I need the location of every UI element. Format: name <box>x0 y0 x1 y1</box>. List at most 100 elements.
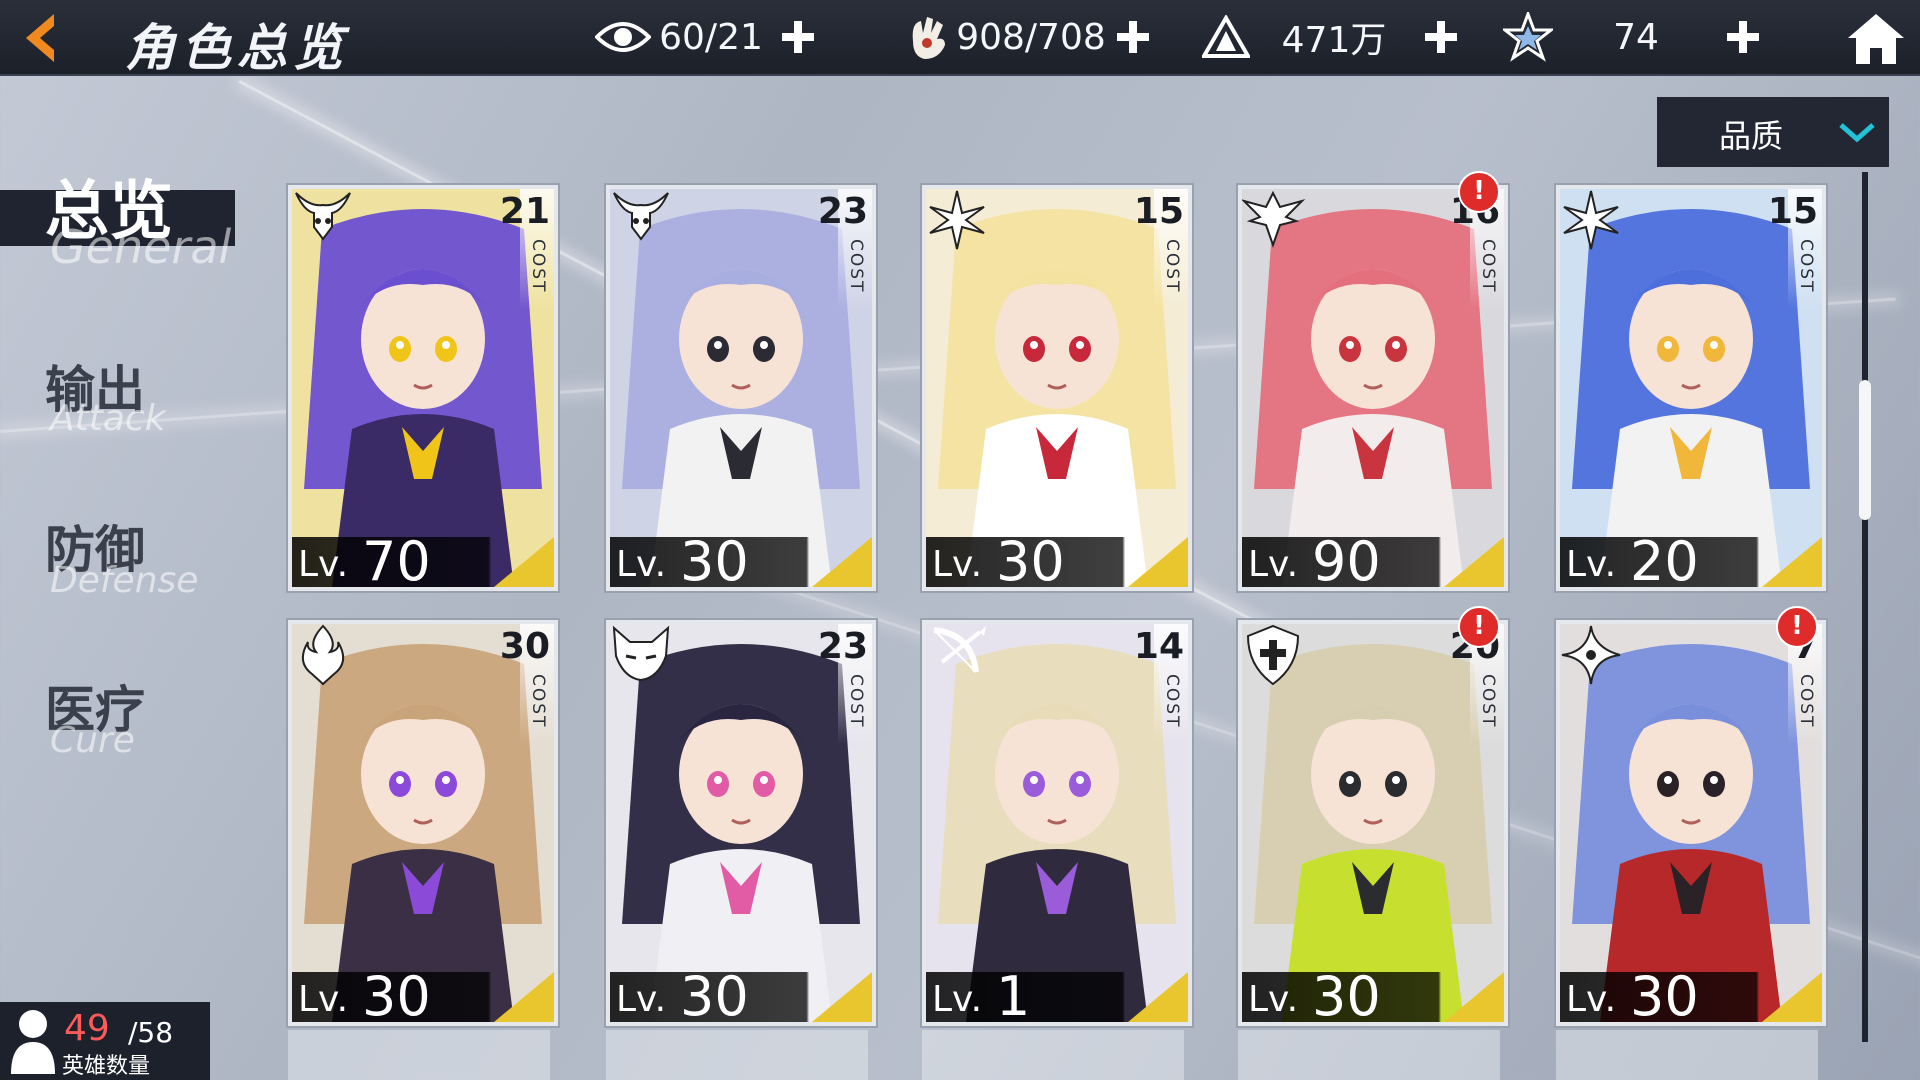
cost-label: COST <box>846 239 866 294</box>
level-bar-accent <box>812 972 872 1022</box>
cost-value: 30 <box>499 626 550 667</box>
level-prefix: Lv. <box>298 544 349 585</box>
level-prefix: Lv. <box>1248 544 1299 585</box>
add-gold-button[interactable] <box>1414 10 1468 64</box>
card-peek <box>1238 1030 1500 1080</box>
plus-icon <box>1727 21 1759 53</box>
level-value: 20 <box>1630 530 1699 591</box>
cost-label: COST <box>1162 674 1182 729</box>
cost-label: COST <box>1478 239 1498 294</box>
resource-hand: 908/708 <box>900 10 1160 64</box>
cost-label: COST <box>528 239 548 294</box>
cost-value: 15 <box>1767 191 1818 232</box>
category-sublabel: Attack <box>50 398 166 439</box>
level-prefix: Lv. <box>616 544 667 585</box>
cost-value: 21 <box>499 191 550 232</box>
scrollbar-thumb[interactable] <box>1859 380 1871 520</box>
person-icon <box>11 1010 55 1074</box>
level-bar-accent <box>1762 537 1822 587</box>
card-peek <box>922 1030 1184 1080</box>
level-bar-accent <box>1128 537 1188 587</box>
card-peek <box>606 1030 868 1080</box>
level-value: 30 <box>680 965 749 1026</box>
alert-badge-icon: ! <box>1458 606 1500 648</box>
level-bar-accent <box>494 972 554 1022</box>
level-value: 30 <box>680 530 749 591</box>
triangle-gold-icon <box>1198 10 1254 64</box>
level-bar-accent <box>1444 537 1504 587</box>
level-bar-accent <box>812 537 872 587</box>
resource-gem: 74 <box>1500 10 1770 64</box>
level-value: 90 <box>1312 530 1381 591</box>
cost-label: COST <box>846 674 866 729</box>
cost-label: COST <box>1162 239 1182 294</box>
character-card[interactable]: 15 COST Lv. 20 <box>1556 185 1826 591</box>
alert-badge-icon: ! <box>1458 171 1500 213</box>
home-button[interactable] <box>1846 10 1906 66</box>
character-card[interactable]: 7 COST Lv. 30 <box>1556 620 1826 1026</box>
category-general[interactable]: 总览 General <box>0 160 240 274</box>
category-cure[interactable]: 医疗 Cure <box>0 670 200 770</box>
character-card[interactable]: 15 COST Lv. 30 <box>922 185 1192 591</box>
level-bar-accent <box>1762 972 1822 1022</box>
hand-currency-icon <box>900 10 956 64</box>
resource-gold: 471万 <box>1198 10 1468 64</box>
add-gem-button[interactable] <box>1716 10 1770 64</box>
page-title: 角色总览 <box>125 19 349 77</box>
back-arrow-icon <box>26 14 54 62</box>
character-card[interactable]: 30 COST Lv. 30 <box>288 620 558 1026</box>
dropdown-label: 品质 <box>1719 117 1784 155</box>
character-card[interactable]: 21 COST Lv. 70 <box>288 185 558 591</box>
cost-label: COST <box>1796 239 1816 294</box>
level-prefix: Lv. <box>616 979 667 1020</box>
category-sublabel: Cure <box>50 720 135 761</box>
cost-label: COST <box>528 674 548 729</box>
home-icon <box>1848 14 1904 64</box>
plus-icon <box>1117 21 1149 53</box>
character-card[interactable]: 20 COST Lv. 30 <box>1238 620 1508 1026</box>
level-value: 30 <box>362 965 431 1026</box>
eye-icon <box>595 10 651 64</box>
character-card[interactable]: 23 COST Lv. 30 <box>606 185 876 591</box>
category-sublabel: General <box>50 220 232 274</box>
category-sublabel: Defense <box>50 560 199 601</box>
character-card[interactable]: 23 COST Lv. 30 <box>606 620 876 1026</box>
level-prefix: Lv. <box>1248 979 1299 1020</box>
resource-value: 60/21 <box>659 16 763 58</box>
add-hand-currency-button[interactable] <box>1106 10 1160 64</box>
card-peek <box>1556 1030 1818 1080</box>
level-value: 1 <box>996 965 1031 1026</box>
hero-count-max: /58 <box>128 1016 174 1049</box>
cost-label: COST <box>1478 674 1498 729</box>
character-card[interactable]: 14 COST Lv. 1 <box>922 620 1192 1026</box>
cost-value: 14 <box>1133 626 1184 667</box>
scrollbar-track[interactable] <box>1862 172 1868 1042</box>
level-prefix: Lv. <box>1566 979 1617 1020</box>
level-bar-accent <box>1128 972 1188 1022</box>
resource-value: 74 <box>1613 16 1659 58</box>
level-bar-accent <box>1444 972 1504 1022</box>
level-value: 70 <box>362 530 431 591</box>
star-gem-icon <box>1500 10 1556 64</box>
level-value: 30 <box>996 530 1065 591</box>
level-prefix: Lv. <box>932 979 983 1020</box>
level-value: 30 <box>1630 965 1699 1026</box>
plus-icon <box>782 21 814 53</box>
card-peek <box>288 1030 550 1080</box>
hero-count-current: 49 <box>64 1008 110 1049</box>
chevron-down-icon <box>1839 123 1875 143</box>
character-card[interactable]: 16 COST Lv. 90 <box>1238 185 1508 591</box>
quality-sort-dropdown[interactable]: 品质 <box>1657 97 1889 167</box>
resource-value: 471万 <box>1281 20 1387 61</box>
resource-value: 908/708 <box>956 16 1106 58</box>
level-bar-accent <box>494 537 554 587</box>
category-defense[interactable]: 防御 Defense <box>0 510 220 610</box>
back-button[interactable] <box>14 8 104 68</box>
top-bar: 角色总览 60/21 908/708 471万 74 <box>0 0 1920 77</box>
cost-value: 23 <box>817 626 868 667</box>
level-value: 30 <box>1312 965 1381 1026</box>
resource-stamina: 60/21 <box>595 10 825 64</box>
cost-value: 23 <box>817 191 868 232</box>
category-attack[interactable]: 输出 Attack <box>0 350 200 450</box>
add-stamina-button[interactable] <box>771 10 825 64</box>
